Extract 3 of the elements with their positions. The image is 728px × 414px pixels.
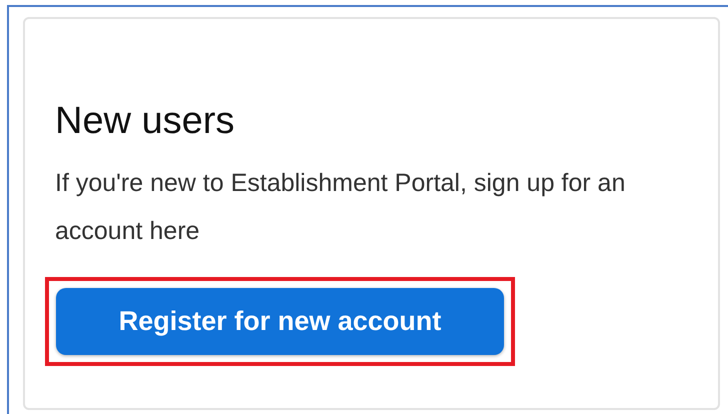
register-button[interactable]: Register for new account [56, 288, 504, 355]
card-title: New users [55, 99, 236, 144]
card-description: If you're new to Establishment Portal, sign up for an account here [55, 168, 626, 247]
